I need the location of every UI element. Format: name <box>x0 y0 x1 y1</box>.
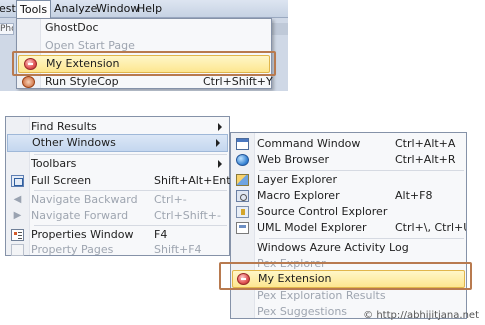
menu-item-uml-model-explorer[interactable]: UML Model Explorer Ctrl+\, Ctrl+U <box>231 219 466 237</box>
menu-item-property-pages[interactable]: Property Pages Shift+F4 <box>6 241 229 259</box>
menu-bar: est Tools Analyze Window Help <box>0 0 288 18</box>
menu-item-shortcut: Shift+Alt+Enter <box>154 174 242 187</box>
menu-item-shortcut: Ctrl+\, Ctrl+U <box>395 221 467 234</box>
menu-item-full-screen[interactable]: Full Screen Shift+Alt+Enter <box>6 172 242 190</box>
menu-tools[interactable]: Tools <box>16 0 52 18</box>
menu-item-shortcut: Ctrl+Shift+- <box>154 209 221 222</box>
navigate-backward-icon: ◀ <box>13 194 22 205</box>
menu-item-label: UML Model Explorer <box>257 221 367 234</box>
macro-explorer-icon <box>236 190 249 202</box>
menu-item-label: Navigate Forward <box>31 209 129 222</box>
menu-analyze[interactable]: Analyze <box>54 2 97 15</box>
menu-item-label: Web Browser <box>257 153 330 166</box>
menu-help[interactable]: Help <box>137 2 162 15</box>
layer-explorer-icon <box>236 174 249 186</box>
view-menu: Find Results Other Windows Toolbars Full… <box>5 116 242 259</box>
web-browser-icon <box>236 154 249 166</box>
fullscreen-icon <box>11 175 24 187</box>
stylecop-icon <box>22 76 35 88</box>
submenu-arrow-icon <box>218 123 222 131</box>
menu-item-other-windows[interactable]: Other Windows <box>7 134 228 152</box>
menu-item-label: Property Pages <box>31 243 114 256</box>
menu-window[interactable]: Window <box>96 2 139 15</box>
menu-item-web-browser[interactable]: Web Browser Ctrl+Alt+R <box>231 151 466 169</box>
properties-icon <box>11 229 24 241</box>
menu-item-label: Other Windows <box>32 136 116 149</box>
uml-model-icon <box>236 222 249 234</box>
command-window-icon <box>236 138 249 150</box>
menu-item-label: GhostDoc <box>45 21 99 34</box>
menu-item-toolbars[interactable]: Toolbars <box>6 155 229 173</box>
menu-item-label: Full Screen <box>31 174 92 187</box>
menu-item-shortcut: Shift+F4 <box>154 243 202 256</box>
submenu-arrow-icon <box>216 139 220 147</box>
menu-item-ghostdoc[interactable]: GhostDoc <box>17 19 271 37</box>
highlight-callout <box>219 262 472 290</box>
menu-item-label: Pex Suggestions <box>257 305 348 318</box>
menu-test[interactable]: est <box>0 2 16 15</box>
property-pages-icon <box>11 244 24 256</box>
navigate-forward-icon: ▶ <box>13 210 22 221</box>
menu-item-shortcut: Ctrl+Alt+R <box>395 153 456 166</box>
highlight-callout <box>12 51 276 76</box>
menu-item-label: Toolbars <box>31 157 77 170</box>
submenu-arrow-icon <box>218 160 222 168</box>
toolbar-combo[interactable]: Phc <box>0 23 14 35</box>
source-control-icon <box>236 206 249 218</box>
watermark: © http://abhijitjana.net <box>363 310 479 321</box>
menu-item-navigate-forward[interactable]: ▶ Navigate Forward Ctrl+Shift+- <box>6 207 229 225</box>
top-screenshot: est Tools Analyze Window Help Phc GhostD… <box>0 0 288 91</box>
other-windows-submenu: Command Window Ctrl+Alt+A Web Browser Ct… <box>230 132 467 319</box>
